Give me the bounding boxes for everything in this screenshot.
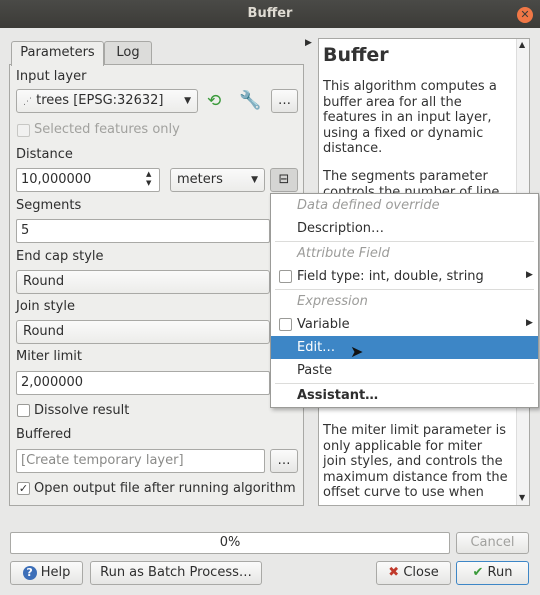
window-title: Buffer	[247, 6, 293, 21]
tab-log[interactable]: Log	[104, 41, 152, 65]
run-button-label: Run	[487, 565, 513, 580]
menu-item-edit[interactable]: Edit…	[271, 336, 538, 359]
mouse-cursor-icon: ➤	[350, 342, 364, 361]
input-layer-combo[interactable]: ⋰ trees [EPSG:32632] ▼	[16, 89, 198, 113]
join-style-value: Round	[23, 324, 65, 339]
help-icon: ?	[22, 566, 37, 580]
menu-header-attribute-field: Attribute Field	[297, 246, 390, 261]
menu-item-variable[interactable]: Variable	[271, 313, 538, 336]
run-button[interactable]: ✔ Run	[456, 561, 529, 585]
miter-limit-input[interactable]: 2,000000	[16, 371, 270, 395]
segments-input[interactable]: 5	[16, 219, 270, 243]
input-layer-label: Input layer	[16, 69, 87, 84]
cancel-button[interactable]: Cancel	[456, 532, 529, 554]
scroll-down-icon[interactable]: ▼	[519, 493, 525, 502]
help-button[interactable]: ? Help	[10, 561, 83, 585]
menu-header-data-defined: Data defined override	[297, 198, 440, 213]
endcap-value: Round	[23, 274, 65, 289]
submenu-arrow-icon: ▶	[526, 318, 533, 328]
run-icon: ✔	[472, 565, 484, 580]
progress-bar: 0%	[10, 532, 450, 554]
dissolve-checkbox[interactable]	[17, 404, 30, 417]
menu-header-expression: Expression	[297, 294, 368, 309]
distance-input[interactable]: 10,000000	[16, 168, 160, 192]
close-icon: ✖	[388, 565, 400, 580]
join-style-combo[interactable]: Round	[16, 320, 270, 344]
input-layer-browse-button[interactable]: …	[271, 89, 298, 113]
collapse-arrow-icon[interactable]: ▶	[305, 38, 312, 48]
open-output-label: Open output file after running algorithm	[34, 481, 296, 496]
help-button-label: Help	[40, 565, 71, 580]
endcap-combo[interactable]: Round	[16, 270, 270, 294]
scroll-up-icon[interactable]: ▲	[519, 40, 525, 49]
distance-label: Distance	[16, 147, 73, 162]
chevron-down-icon: ▼	[251, 175, 258, 185]
distance-unit-value: meters	[177, 172, 223, 187]
endcap-label: End cap style	[16, 249, 104, 264]
menu-item-paste[interactable]: Paste	[271, 359, 538, 382]
input-layer-value: trees [EPSG:32632]	[36, 93, 164, 108]
segments-value: 5	[21, 223, 30, 238]
wrench-icon[interactable]: 🔧	[239, 90, 263, 112]
distance-spin-icon[interactable]: ▲ ▼	[146, 170, 151, 188]
tab-parameters[interactable]: Parameters	[11, 41, 104, 66]
open-output-checkbox[interactable]: ✓	[17, 482, 30, 495]
selected-only-label: Selected features only	[34, 122, 180, 137]
selected-only-checkbox[interactable]	[17, 124, 30, 137]
menu-item-field-type[interactable]: Field type: int, double, string	[271, 265, 538, 288]
buffered-placeholder: [Create temporary layer]	[21, 453, 184, 468]
point-layer-icon: ⋰	[23, 97, 32, 107]
buffered-output-field[interactable]: [Create temporary layer]	[16, 449, 265, 473]
close-button[interactable]: ✖ Close	[376, 561, 451, 585]
progress-text: 0%	[219, 535, 241, 550]
buffered-label: Buffered	[16, 427, 72, 442]
miter-limit-value: 2,000000	[21, 375, 84, 390]
help-title: Buffer	[323, 44, 389, 66]
distance-unit-combo[interactable]: meters ▼	[170, 168, 265, 192]
batch-process-button[interactable]: Run as Batch Process…	[90, 561, 262, 585]
data-defined-icon: ⊟	[278, 172, 290, 187]
close-window-icon[interactable]: ✕	[517, 7, 533, 23]
chevron-down-icon: ▼	[184, 96, 191, 106]
iterate-icon[interactable]: ⟲	[207, 90, 229, 112]
dissolve-label: Dissolve result	[34, 403, 130, 418]
menu-item-description[interactable]: Description…	[271, 217, 538, 240]
data-defined-override-button[interactable]: ⊟	[270, 168, 298, 192]
join-style-label: Join style	[16, 299, 75, 314]
help-paragraph-1: This algorithm computes a buffer area fo…	[323, 79, 497, 156]
distance-value: 10,000000	[21, 172, 92, 187]
close-button-label: Close	[403, 565, 439, 580]
help-paragraph-4: The miter limit parameter is only applic…	[323, 423, 508, 500]
submenu-arrow-icon: ▶	[526, 270, 533, 280]
miter-limit-label: Miter limit	[16, 349, 82, 364]
data-defined-menu: Data defined override Description… Attri…	[270, 193, 539, 408]
segments-label: Segments	[16, 198, 82, 213]
buffered-browse-button[interactable]: …	[270, 449, 298, 473]
menu-item-assistant[interactable]: Assistant…	[271, 384, 538, 407]
